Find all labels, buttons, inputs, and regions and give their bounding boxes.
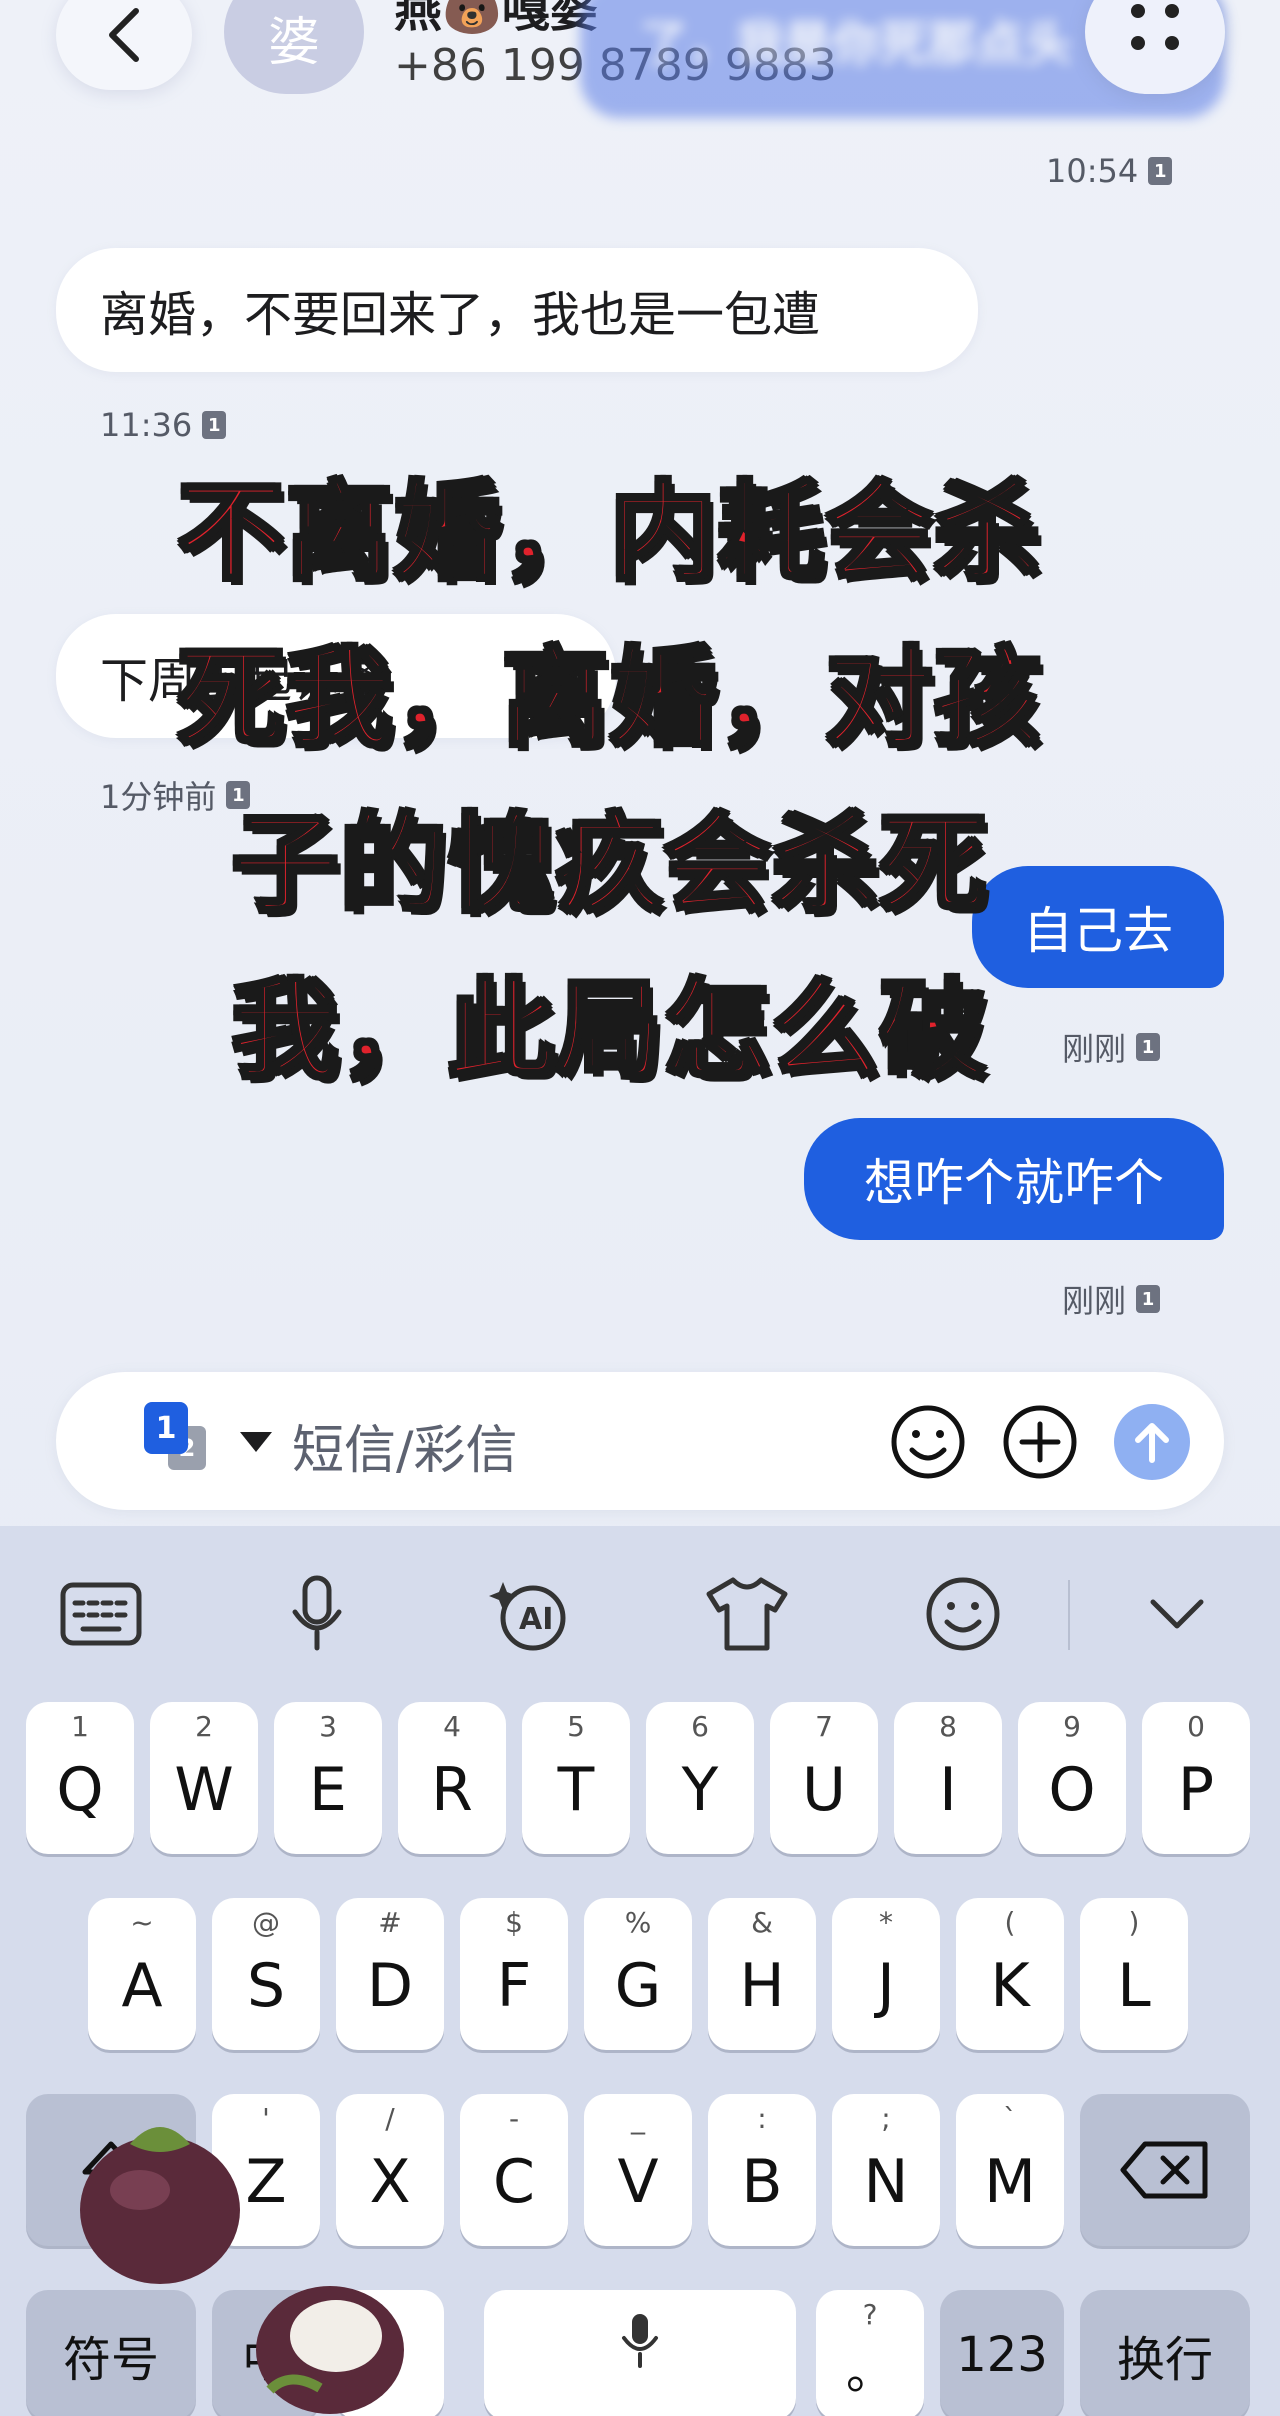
overlay-caption: 不离婚，内耗会杀 死我，离婚，对孩 子的愧疚会杀死 我，此局怎么破 xyxy=(100,450,1120,1114)
key-j[interactable]: * J xyxy=(832,1898,940,2050)
key-g[interactable]: % G xyxy=(584,1898,692,2050)
key-x[interactable]: / X xyxy=(336,2094,444,2246)
conversation-header: 婆 燕🐻嘎婆 +86 199 8789 9883 了，我是你死那点头 xyxy=(0,0,1280,120)
contact-avatar[interactable]: 婆 xyxy=(224,0,364,94)
key-p[interactable]: 0P xyxy=(1142,1702,1250,1854)
message-timestamp: 10:54 1 xyxy=(1046,152,1173,190)
period-key[interactable]: ?。 xyxy=(816,2290,924,2416)
emoji-keyboard-icon[interactable] xyxy=(918,1574,1008,1654)
message-composer: 2 1 短信/彩信 xyxy=(56,1372,1224,1510)
mangosteen-sticker-image xyxy=(256,2286,404,2414)
sim1-icon: 1 xyxy=(144,1402,188,1454)
key-h[interactable]: & H xyxy=(708,1898,816,2050)
collapse-keyboard-icon[interactable] xyxy=(1132,1574,1222,1654)
key-s[interactable]: @ S xyxy=(212,1898,320,2050)
emoji-icon[interactable] xyxy=(888,1402,968,1482)
space-mic-icon xyxy=(622,2314,658,2368)
voice-input-icon[interactable] xyxy=(272,1574,362,1654)
toolbar-divider xyxy=(1068,1580,1070,1650)
key-v[interactable]: _ V xyxy=(584,2094,692,2246)
mangosteen-sticker-image xyxy=(80,2127,240,2284)
back-arrow-icon xyxy=(109,8,139,62)
key-n[interactable]: ; N xyxy=(832,2094,940,2246)
key-c[interactable]: -C xyxy=(460,2094,568,2246)
add-attachment-icon[interactable] xyxy=(1000,1402,1080,1482)
sim-card-icon: 1 xyxy=(1136,1033,1161,1061)
enter-key[interactable]: 换行 xyxy=(1080,2290,1250,2416)
menu-dot-icon xyxy=(1165,36,1179,50)
pinned-message-text: 了，我是你死那点头 xyxy=(640,16,1073,72)
svg-text:AI: AI xyxy=(519,1602,553,1637)
menu-dot-icon xyxy=(1165,4,1179,18)
numbers-key[interactable]: 123 xyxy=(940,2290,1064,2416)
sim-switch-button[interactable]: 2 1 xyxy=(144,1402,206,1472)
sms-conversation-screen: 婆 燕🐻嘎婆 +86 199 8789 9883 了，我是你死那点头 10:54… xyxy=(0,0,1280,2416)
incoming-message[interactable]: 离婚，不要回来了，我也是一包遭 xyxy=(56,248,978,372)
caption-line: 死我，离婚，对孩 xyxy=(176,635,1042,762)
contact-name[interactable]: 燕🐻嘎婆 xyxy=(394,0,598,40)
key-q[interactable]: 1Q xyxy=(26,1702,134,1854)
menu-dot-icon xyxy=(1131,4,1145,18)
key-a[interactable]: ~ A xyxy=(88,1898,196,2050)
caption-line: 不离婚，内耗会杀 xyxy=(176,469,1042,596)
keyboard-theme-shirt-icon[interactable] xyxy=(702,1574,792,1654)
sim-dropdown-caret-icon[interactable] xyxy=(240,1432,272,1452)
backspace-key[interactable] xyxy=(1080,2094,1250,2246)
key-m[interactable]: ` M xyxy=(956,2094,1064,2246)
key-w[interactable]: 2W xyxy=(150,1702,258,1854)
key-u[interactable]: 7U xyxy=(770,1702,878,1854)
key-l[interactable]: ) L xyxy=(1080,1898,1188,2050)
keyboard-switch-icon[interactable] xyxy=(56,1574,146,1654)
backspace-icon xyxy=(1120,2141,1208,2199)
send-button[interactable] xyxy=(1114,1404,1190,1480)
key-k[interactable]: (K xyxy=(956,1898,1064,2050)
symbols-key[interactable]: 符号 xyxy=(26,2290,196,2416)
space-key[interactable] xyxy=(484,2290,796,2416)
back-button[interactable] xyxy=(56,0,192,90)
message-input[interactable]: 短信/彩信 xyxy=(292,1408,518,1483)
ai-assistant-icon[interactable]: AI xyxy=(486,1574,576,1654)
message-timestamp: 11:36 1 xyxy=(100,406,227,444)
message-timestamp: 刚刚 1 xyxy=(1062,1276,1161,1322)
outgoing-message[interactable]: 想咋个就咋个 xyxy=(804,1118,1224,1240)
menu-dot-icon xyxy=(1131,36,1145,50)
sim-card-icon: 1 xyxy=(1148,157,1173,185)
caption-line: 我，此局怎么破 xyxy=(230,967,988,1094)
sim-card-icon: 1 xyxy=(1136,1285,1161,1313)
sim-card-icon: 1 xyxy=(202,411,227,439)
key-y[interactable]: 6Y xyxy=(646,1702,754,1854)
send-arrow-icon xyxy=(1135,1423,1169,1463)
key-r[interactable]: 4R xyxy=(398,1702,506,1854)
key-d[interactable]: # D xyxy=(336,1898,444,2050)
key-b[interactable]: :B xyxy=(708,2094,816,2246)
key-o[interactable]: 9O xyxy=(1018,1702,1126,1854)
key-i[interactable]: 8I xyxy=(894,1702,1002,1854)
key-f[interactable]: $ F xyxy=(460,1898,568,2050)
key-t[interactable]: 5T xyxy=(522,1702,630,1854)
caption-line: 子的愧疚会杀死 xyxy=(230,801,988,928)
key-e[interactable]: 3E xyxy=(274,1702,382,1854)
keyboard-toolbar: AI xyxy=(0,1526,1280,1686)
